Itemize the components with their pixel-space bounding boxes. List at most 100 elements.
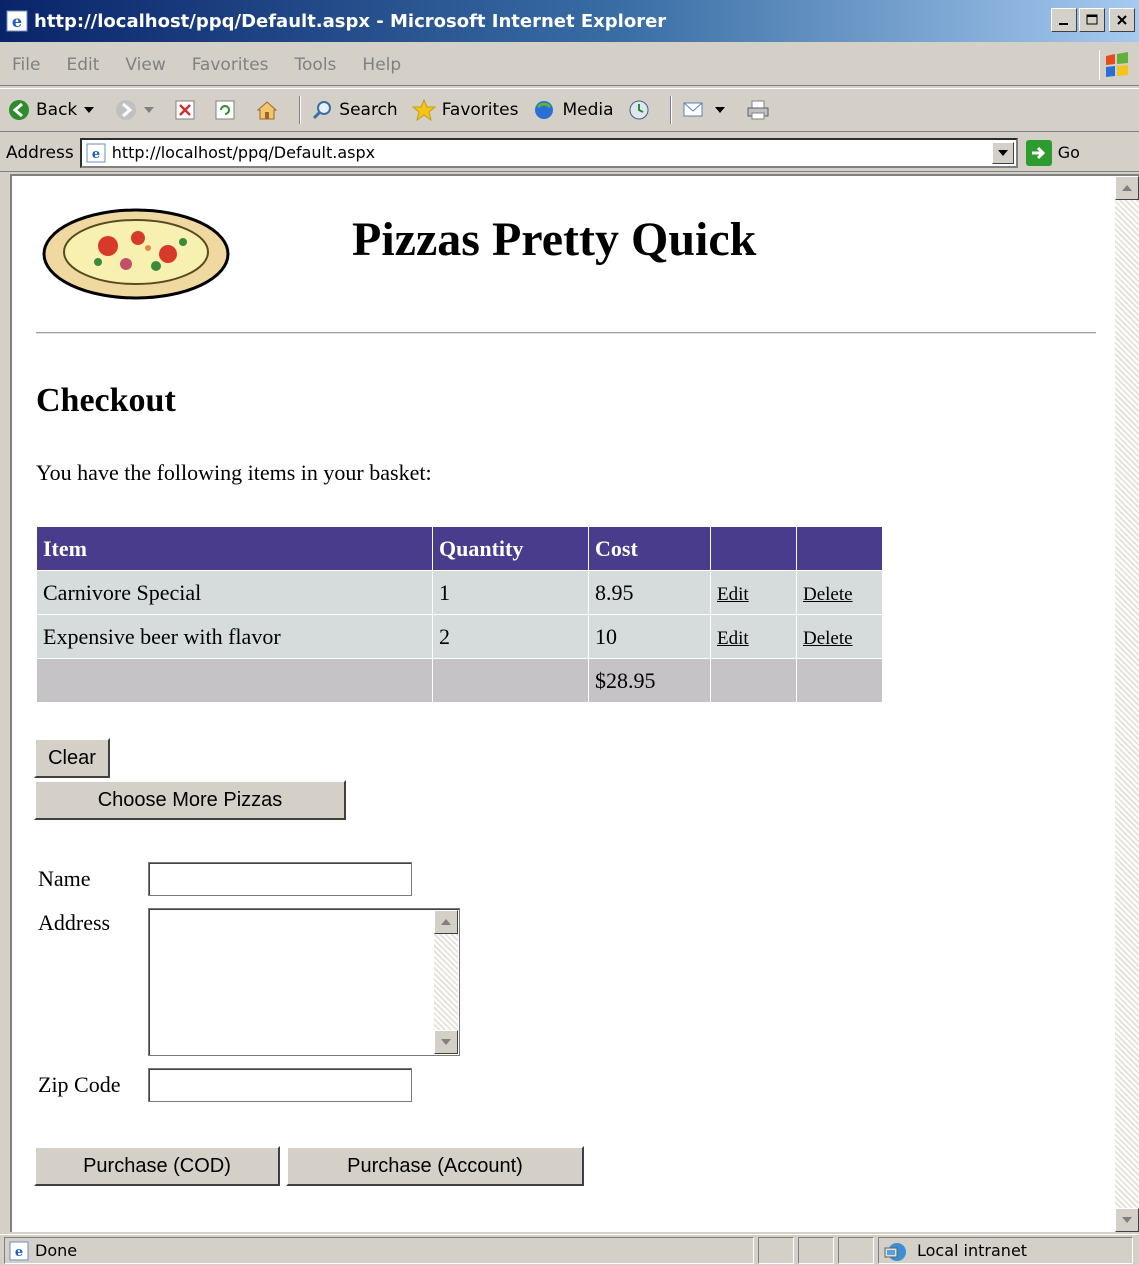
cell-empty [710,658,797,703]
security-zone-panel: Local intranet [878,1237,1133,1264]
edit-link[interactable]: Edit [717,584,749,605]
back-arrow-icon [9,100,29,120]
arrow-up-icon [441,919,451,925]
edit-link[interactable]: Edit [717,628,749,649]
textarea-scrollbar[interactable] [434,910,458,1054]
page-heading: Checkout [36,382,176,419]
status-panel [838,1237,874,1264]
maximize-button[interactable] [1079,8,1105,32]
search-button[interactable]: Search [311,99,398,121]
cell-total: $28.95 [588,658,711,703]
home-icon [256,101,278,120]
arrow-down-icon [441,1039,451,1045]
page-scrollbar[interactable] [1115,176,1139,1232]
purchase-cod-button[interactable]: Purchase (COD) [34,1146,280,1186]
local-intranet-icon [884,1242,906,1261]
address-label: Address [38,910,111,935]
scroll-up-button[interactable] [1115,176,1139,200]
minimize-icon [1059,23,1068,25]
clear-button[interactable]: Clear [34,738,110,778]
cell-item: Carnivore Special [36,570,433,615]
delete-link[interactable]: Delete [803,628,853,649]
cell-cost: 8.95 [588,570,711,615]
arrow-down-icon [1122,1217,1132,1223]
minimize-button[interactable] [1051,8,1077,32]
table-header-row: Item Quantity Cost [36,526,883,571]
cell-delete: Delete [796,614,883,659]
scroll-up-button[interactable] [434,910,458,934]
printer-icon [747,100,769,120]
home-button[interactable] [255,99,285,121]
svg-text:e: e [15,1245,23,1260]
refresh-button[interactable] [215,100,241,120]
cell-edit: Edit [710,614,797,659]
window-title: http://localhost/ppq/Default.aspx - Micr… [34,10,667,32]
zip-code-field[interactable] [148,1068,412,1102]
stop-icon [175,100,195,120]
windows-logo-icon [1099,50,1133,80]
back-button[interactable]: Back [8,99,101,121]
address-input[interactable]: e http://localhost/ppq/Default.aspx [79,137,1018,168]
header-item: Item [36,526,433,571]
svg-text:e: e [12,12,22,31]
ie-page-icon: e [86,143,106,162]
delete-link[interactable]: Delete [803,584,853,605]
cell-quantity: 2 [432,614,589,659]
media-label: Media [562,100,614,120]
forward-button[interactable] [115,99,161,121]
cell-item: Expensive beer with flavor [36,614,433,659]
header-delete [796,526,883,571]
menu-favorites[interactable]: Favorites [192,55,269,75]
header-quantity: Quantity [432,526,589,571]
status-panel [798,1237,834,1264]
name-field[interactable] [148,862,412,896]
cell-empty [796,658,883,703]
chevron-down-icon [144,107,155,113]
history-button[interactable] [628,99,656,121]
stop-button[interactable] [175,100,201,120]
menu-file[interactable]: File [12,55,40,75]
media-button[interactable]: Media [532,99,614,121]
cell-quantity: 1 [432,570,589,615]
star-icon [411,99,436,121]
status-text-panel: e Done [4,1237,754,1264]
forward-arrow-icon [116,100,137,120]
page-viewport: Pizzas Pretty Quick Checkout You have th… [10,174,1139,1232]
menu-edit[interactable]: Edit [66,55,99,75]
favorites-button[interactable]: Favorites [411,99,518,121]
ie-page-icon: e [9,1241,29,1260]
choose-more-pizzas-button[interactable]: Choose More Pizzas [34,780,346,820]
go-label: Go [1057,143,1080,162]
status-text: Done [35,1241,78,1260]
basket-intro: You have the following items in your bas… [36,460,432,485]
chevron-down-icon [714,107,725,113]
menu-view[interactable]: View [125,55,165,75]
scroll-down-button[interactable] [434,1030,458,1054]
search-icon [313,101,332,120]
cell-empty [432,658,589,703]
standard-toolbar: Back Search Favorites Media [0,88,1139,132]
chevron-down-icon [997,149,1008,156]
go-button[interactable]: Go [1025,139,1080,166]
cell-empty [36,658,433,703]
purchase-account-button[interactable]: Purchase (Account) [286,1146,584,1186]
table-row: Carnivore Special 1 8.95 Edit Delete [36,570,883,615]
address-dropdown-button[interactable] [991,141,1014,164]
scroll-down-button[interactable] [1115,1208,1139,1232]
maximize-icon [1086,14,1098,25]
table-total-row: $28.95 [36,658,883,703]
menu-help[interactable]: Help [362,55,401,75]
close-icon [1117,15,1127,25]
menu-tools[interactable]: Tools [295,55,337,75]
site-title: Pizzas Pretty Quick [352,213,757,266]
mail-button[interactable] [682,100,732,120]
window-titlebar: e http://localhost/ppq/Default.aspx - Mi… [0,0,1139,42]
address-label: Address [6,142,74,163]
address-textarea[interactable] [148,908,460,1056]
divider [36,332,1096,334]
print-button[interactable] [746,99,776,121]
zip-code-label: Zip Code [38,1072,121,1097]
history-icon [629,100,649,120]
pizza-logo-icon [42,208,230,300]
close-button[interactable] [1109,8,1135,32]
